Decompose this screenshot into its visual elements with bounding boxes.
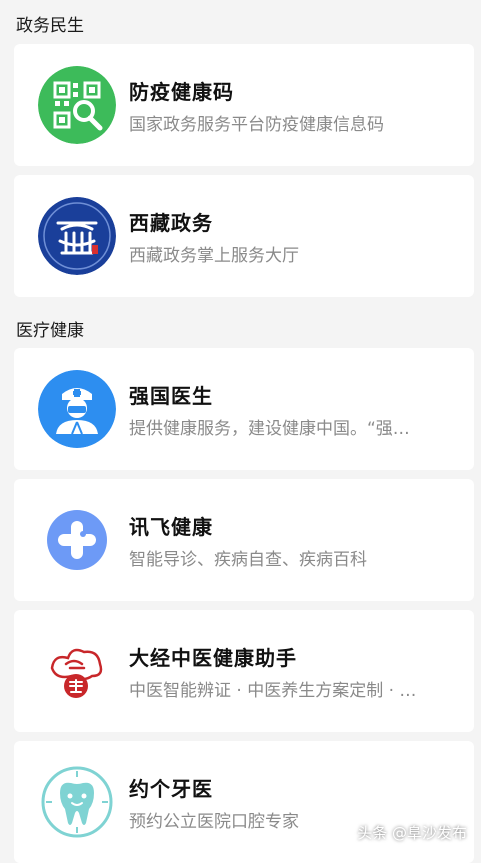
qr-code-icon — [38, 66, 116, 144]
app-description: 西藏政务掌上服务大厅 — [129, 246, 299, 266]
app-card-tibet-gov[interactable]: 西藏政务 西藏政务掌上服务大厅 — [14, 175, 474, 297]
cross-chat-icon — [38, 501, 116, 579]
tibet-emblem-icon — [38, 197, 116, 275]
app-card-dentist[interactable]: 约个牙医 预约公立医院口腔专家 — [14, 741, 474, 863]
app-description: 提供健康服务，建设健康中国。“强… — [129, 419, 410, 439]
section-title-medical: 医疗健康 — [16, 321, 84, 341]
tcm-seal-icon — [38, 632, 116, 710]
app-card-health-code[interactable]: 防疫健康码 国家政务服务平台防疫健康信息码 — [14, 44, 474, 166]
app-card-qiangguo-doctor[interactable]: 强国医生 提供健康服务，建设健康中国。“强… — [14, 348, 474, 470]
app-name: 防疫健康码 — [129, 80, 234, 104]
app-card-dajing-tcm[interactable]: 大经中医健康助手 中医智能辨证 · 中医养生方案定制 · … — [14, 610, 474, 732]
app-description: 国家政务服务平台防疫健康信息码 — [129, 115, 384, 135]
app-name: 约个牙医 — [129, 777, 213, 801]
app-name: 讯飞健康 — [129, 515, 213, 539]
app-name: 西藏政务 — [129, 211, 213, 235]
tooth-icon — [38, 763, 116, 841]
app-name: 大经中医健康助手 — [129, 646, 297, 670]
app-name: 强国医生 — [129, 384, 213, 408]
app-description: 智能导诊、疾病自查、疾病百科 — [129, 550, 367, 570]
doctor-icon — [38, 370, 116, 448]
section-title-government: 政务民生 — [16, 16, 84, 36]
watermark: 头条 @阜沙发布 — [357, 824, 467, 842]
app-description: 中医智能辨证 · 中医养生方案定制 · … — [129, 681, 417, 701]
app-card-xunfei-health[interactable]: 讯飞健康 智能导诊、疾病自查、疾病百科 — [14, 479, 474, 601]
